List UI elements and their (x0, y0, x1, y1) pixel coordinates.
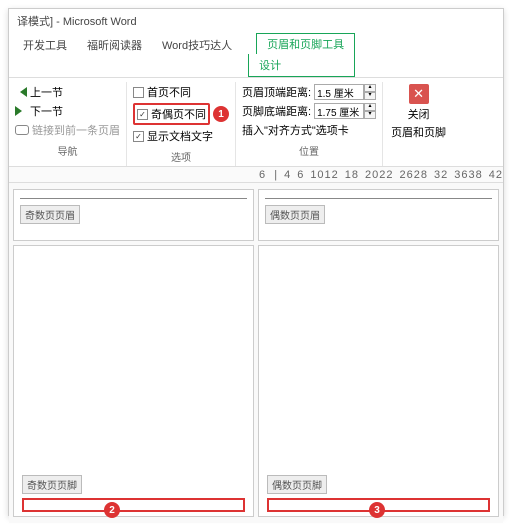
spin-down-icon[interactable]: ▾ (364, 111, 376, 119)
odd-page-header[interactable]: 奇数页页眉 (13, 189, 254, 241)
callout-3: 3 (369, 502, 385, 518)
even-page-column: 偶数页页眉 偶数页页脚 3 (258, 189, 499, 517)
group-position: 页眉顶端距离: ▴▾ 页脚底端距离: ▴▾ 插入"对齐方式"选项卡 位置 (238, 82, 383, 166)
group-label-position: 位置 (242, 143, 376, 158)
odd-page-body[interactable]: 奇数页页脚 2 (13, 245, 254, 517)
callout-2: 2 (104, 502, 120, 518)
show-text-checkbox[interactable]: ✓显示文档文字 (133, 128, 229, 144)
close-button[interactable]: ✕ (409, 84, 429, 104)
checkbox-checked-icon: ✓ (133, 131, 144, 142)
even-page-body[interactable]: 偶数页页脚 3 (258, 245, 499, 517)
odd-page-column: 奇数页页眉 奇数页页脚 2 (13, 189, 254, 517)
group-label-options: 选项 (133, 149, 229, 164)
tab-foxit[interactable]: 福昕阅读器 (77, 33, 152, 77)
ribbon: 上一节 下一节 链接到前一条页眉 导航 首页不同 ✓奇偶页不同 1 ✓显示文档文… (9, 78, 503, 167)
tab-design[interactable]: 设计 (248, 54, 355, 77)
close-group: ✕ 关闭 页眉和页脚 (385, 82, 452, 166)
arrow-left-icon (15, 87, 27, 97)
odd-header-tag: 奇数页页眉 (20, 205, 80, 224)
window-title: 译模式] - Microsoft Word (9, 9, 503, 33)
odd-footer-highlight (22, 498, 245, 512)
next-section-button[interactable]: 下一节 (15, 103, 120, 119)
page-area: 奇数页页眉 奇数页页脚 2 偶数页页眉 偶数页页脚 3 (9, 183, 503, 523)
close-label2: 页眉和页脚 (391, 124, 446, 140)
ribbon-tabs: 开发工具 福昕阅读器 Word技巧达人 页眉和页脚工具 设计 (9, 33, 503, 78)
context-tab-title: 页眉和页脚工具 (256, 33, 355, 54)
header-top-spinner[interactable]: ▴▾ (314, 84, 376, 100)
ruler: 8 6 4|461012182022262832363842 (9, 167, 503, 183)
odd-even-diff-checkbox[interactable]: ✓奇偶页不同 (133, 103, 210, 125)
spin-down-icon[interactable]: ▾ (364, 92, 376, 100)
group-options: 首页不同 ✓奇偶页不同 1 ✓显示文档文字 选项 (129, 82, 236, 166)
checkbox-checked-icon: ✓ (137, 109, 148, 120)
footer-bottom-row: 页脚底端距离: ▴▾ (242, 103, 376, 119)
insert-align-tab-button[interactable]: 插入"对齐方式"选项卡 (242, 122, 376, 138)
prev-section-button[interactable]: 上一节 (15, 84, 120, 100)
group-nav: 上一节 下一节 链接到前一条页眉 导航 (11, 82, 127, 166)
checkbox-icon (133, 87, 144, 98)
link-icon (15, 125, 29, 135)
spin-up-icon[interactable]: ▴ (364, 84, 376, 92)
close-label1: 关闭 (408, 106, 430, 122)
tab-tips[interactable]: Word技巧达人 (152, 33, 242, 77)
tab-dev[interactable]: 开发工具 (13, 33, 77, 77)
first-page-diff-checkbox[interactable]: 首页不同 (133, 84, 229, 100)
arrow-right-icon (15, 106, 27, 116)
even-header-tag: 偶数页页眉 (265, 205, 325, 224)
footer-bottom-spinner[interactable]: ▴▾ (314, 103, 376, 119)
link-previous-button[interactable]: 链接到前一条页眉 (15, 122, 120, 138)
odd-footer-tag: 奇数页页脚 (22, 475, 82, 494)
even-page-header[interactable]: 偶数页页眉 (258, 189, 499, 241)
header-top-row: 页眉顶端距离: ▴▾ (242, 84, 376, 100)
callout-1: 1 (213, 106, 229, 122)
spin-up-icon[interactable]: ▴ (364, 103, 376, 111)
group-label-nav: 导航 (15, 143, 120, 158)
odd-even-row: ✓奇偶页不同 1 (133, 103, 229, 125)
even-footer-tag: 偶数页页脚 (267, 475, 327, 494)
word-window: 译模式] - Microsoft Word 开发工具 福昕阅读器 Word技巧达… (8, 8, 504, 516)
